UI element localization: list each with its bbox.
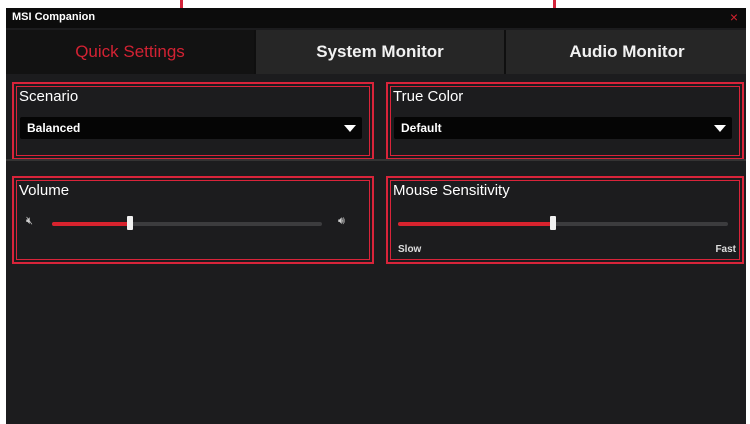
scenario-selected-value: Balanced bbox=[27, 121, 81, 135]
volume-title: Volume bbox=[19, 182, 70, 199]
mouse-sensitivity-panel: Mouse Sensitivity Slow Fast bbox=[386, 176, 744, 264]
mouse-sensitivity-slider[interactable] bbox=[398, 216, 728, 230]
section-divider bbox=[6, 159, 746, 161]
tab-quick-settings[interactable]: Quick Settings bbox=[6, 30, 254, 74]
mouse-sensitivity-slider-fill bbox=[398, 222, 554, 226]
scenario-select[interactable]: Balanced bbox=[20, 117, 362, 139]
scenario-panel: Scenario Balanced bbox=[12, 82, 374, 160]
volume-slider[interactable] bbox=[52, 216, 322, 230]
close-icon[interactable]: × bbox=[730, 9, 738, 25]
mouse-sensitivity-slider-thumb[interactable] bbox=[550, 216, 557, 230]
tab-audio-monitor[interactable]: Audio Monitor bbox=[504, 30, 746, 74]
chevron-down-icon bbox=[344, 125, 356, 132]
true-color-select[interactable]: Default bbox=[394, 117, 732, 139]
true-color-title: True Color bbox=[393, 88, 464, 105]
app-title: MSI Companion bbox=[12, 11, 96, 23]
title-bar: MSI Companion × bbox=[6, 8, 746, 28]
app-window: MSI Companion × Quick Settings System Mo… bbox=[6, 8, 746, 424]
volume-slider-fill bbox=[52, 222, 131, 226]
tab-bar: Quick Settings System Monitor Audio Moni… bbox=[6, 30, 746, 74]
chevron-down-icon bbox=[714, 125, 726, 132]
fast-label: Fast bbox=[715, 244, 736, 255]
panel-border bbox=[16, 180, 370, 260]
volume-panel: Volume 🔇︎ 🔊︎ bbox=[12, 176, 374, 264]
true-color-selected-value: Default bbox=[401, 121, 442, 135]
speaker-loud-icon[interactable]: 🔊︎ bbox=[338, 215, 345, 228]
mouse-sensitivity-title: Mouse Sensitivity bbox=[393, 182, 510, 199]
speaker-mute-icon[interactable]: 🔇︎ bbox=[26, 215, 33, 228]
tab-system-monitor[interactable]: System Monitor bbox=[254, 30, 504, 74]
scenario-title: Scenario bbox=[19, 88, 79, 105]
slow-label: Slow bbox=[398, 244, 422, 255]
true-color-panel: True Color Default bbox=[386, 82, 744, 160]
volume-slider-thumb[interactable] bbox=[127, 216, 134, 230]
